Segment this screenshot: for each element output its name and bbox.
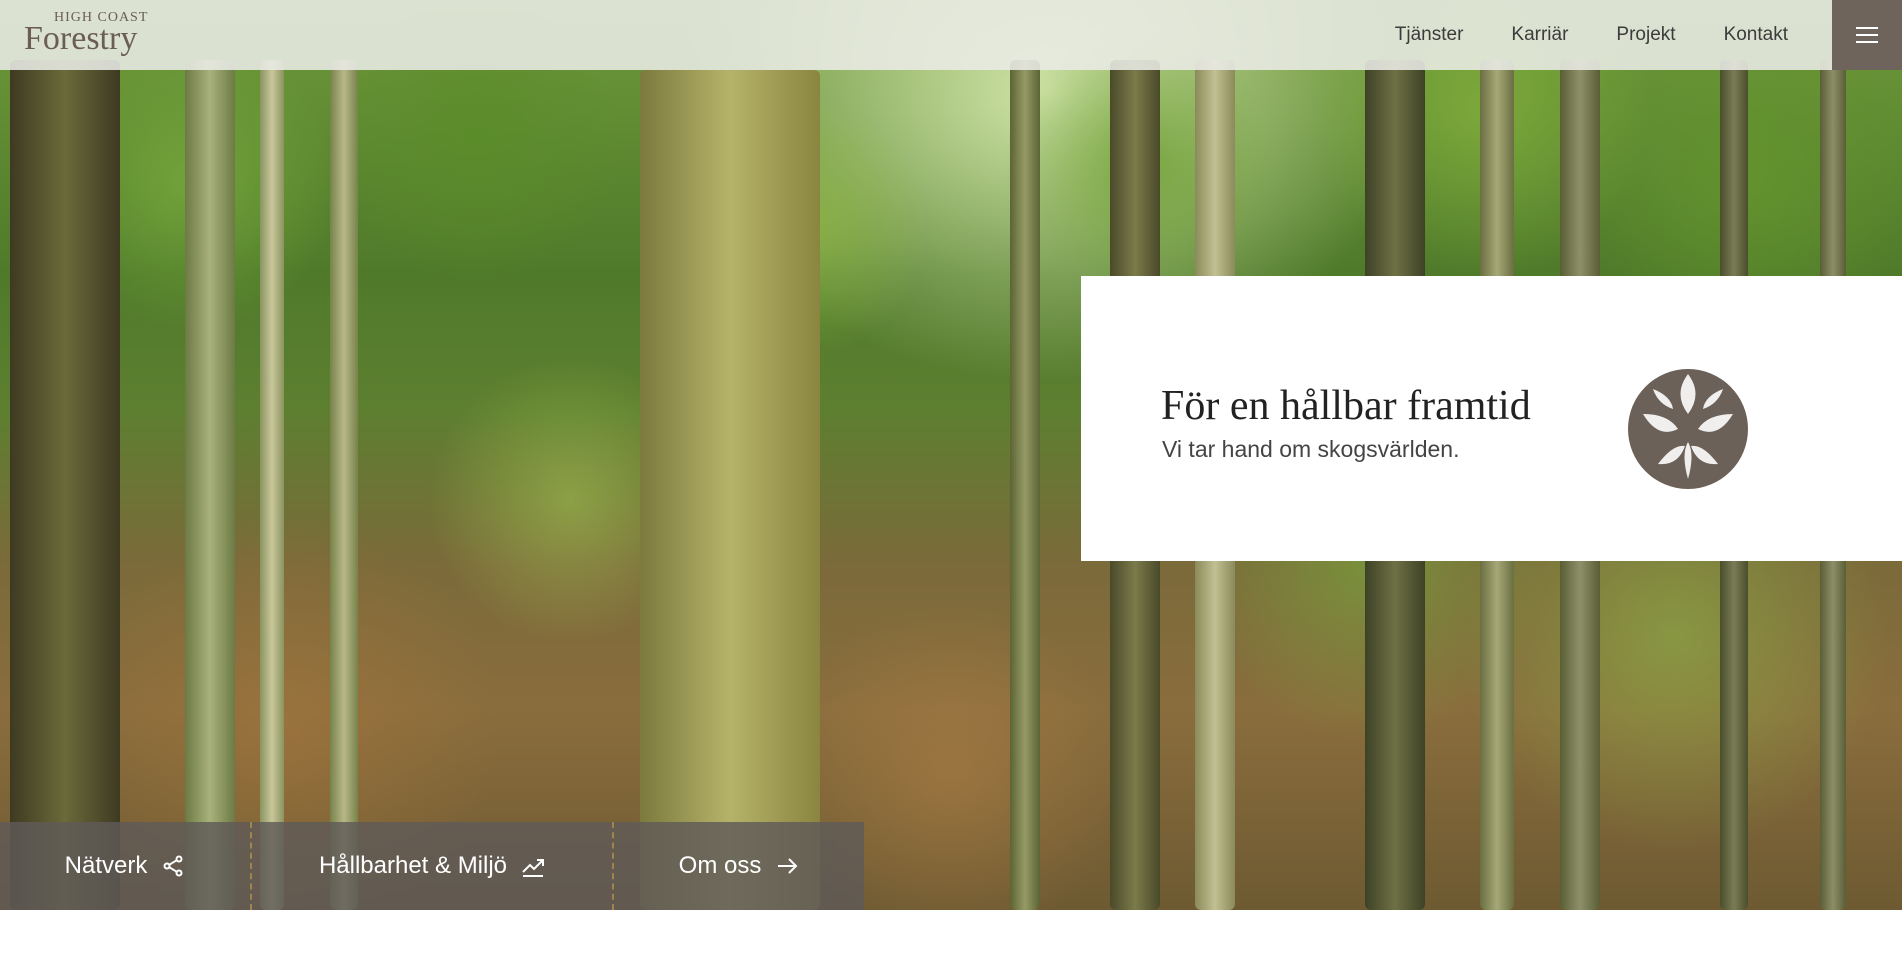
tree-trunk	[10, 60, 120, 910]
arrow-right-icon	[778, 858, 798, 874]
tree-trunk	[330, 60, 358, 910]
hero-card: För en hållbar framtid Vi tar hand om sk…	[1081, 276, 1902, 561]
logo-wordmark: Forestry	[24, 20, 138, 57]
tree-trunk	[1010, 60, 1040, 910]
hero-subtitle: Vi tar hand om skogsvärlden.	[1162, 436, 1460, 462]
menu-button[interactable]	[1832, 0, 1902, 70]
nav-item-karriar[interactable]: Karriär	[1511, 24, 1568, 46]
natverk-label: Nätverk	[64, 852, 148, 879]
trending-up-icon	[522, 859, 545, 877]
natverk-button[interactable]: Nätverk	[0, 822, 250, 910]
nav-item-projekt[interactable]: Projekt	[1616, 24, 1675, 46]
om-oss-label: Om oss	[678, 852, 762, 879]
hero-title: För en hållbar framtid	[1161, 383, 1531, 429]
tree-trunk	[260, 60, 284, 910]
hallbarhet-miljo-button[interactable]: Hållbarhet & Miljö	[250, 822, 612, 910]
share-icon	[163, 855, 183, 877]
pine-cone-icon	[1628, 369, 1748, 489]
hamburger-icon	[1856, 27, 1878, 43]
nav-item-kontakt[interactable]: Kontakt	[1724, 24, 1788, 46]
hero-button-row: Nätverk Hållbarhet & Miljö Om oss	[0, 822, 864, 910]
main-nav: Tjänster Karriär Projekt Kontakt	[1395, 0, 1788, 70]
site-logo[interactable]: HIGH COAST Forestry	[24, 10, 148, 57]
tree-trunk	[185, 60, 235, 910]
top-navbar: HIGH COAST Forestry Tjänster Karriär Pro…	[0, 0, 1902, 70]
hallbarhet-miljo-label: Hållbarhet & Miljö	[318, 852, 508, 879]
nav-item-tjanster[interactable]: Tjänster	[1395, 24, 1464, 46]
om-oss-button[interactable]: Om oss	[612, 822, 864, 910]
tree-trunk	[640, 70, 820, 910]
